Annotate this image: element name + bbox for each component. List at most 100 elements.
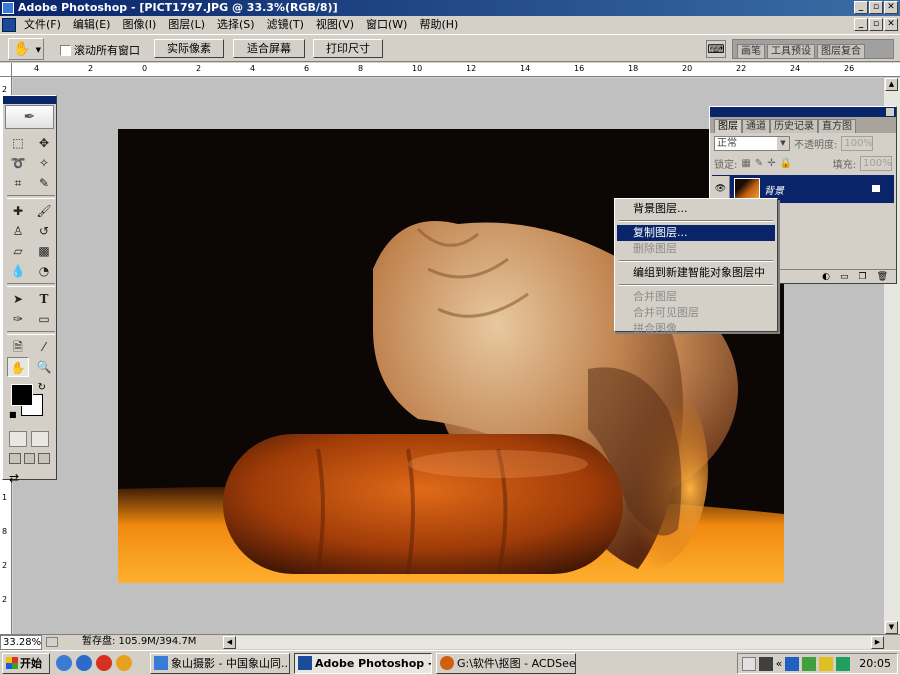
layers-palette-titlebar[interactable] (710, 107, 896, 117)
palette-close-icon[interactable] (886, 108, 894, 116)
tab-channels[interactable]: 通道 (742, 119, 770, 133)
scroll-up-button[interactable]: ▲ (885, 78, 898, 91)
trash-icon[interactable]: 🗑 (877, 270, 888, 283)
antivirus-icon[interactable] (802, 656, 817, 671)
task-xiangshan-photo[interactable]: 象山摄影 - 中国象山同... (150, 652, 290, 674)
default-colors-icon[interactable]: ■ (9, 410, 17, 419)
menu-edit[interactable]: 编辑(E) (67, 16, 117, 33)
tab-history[interactable]: 历史记录 (770, 119, 818, 133)
doc-minimize-button[interactable]: _ (854, 18, 868, 31)
full-screen-mode-icon[interactable] (38, 453, 51, 464)
lock-all-icon[interactable]: 🔒 (780, 158, 792, 169)
print-size-button[interactable]: 打印尺寸 (313, 39, 383, 58)
media-player-icon[interactable] (96, 655, 112, 671)
hand-tool-icon[interactable]: ✋ (7, 357, 29, 377)
eyedropper-tool-icon[interactable]: ⁄ (33, 337, 55, 357)
notes-tool-icon[interactable]: 🗎 (7, 337, 29, 357)
blur-tool-icon[interactable]: 💧 (7, 261, 29, 281)
document-icon[interactable] (2, 17, 16, 32)
scroll-right-button[interactable]: ▶ (871, 636, 884, 649)
menu-item-duplicate-layer[interactable]: 复制图层... (617, 225, 775, 241)
lasso-tool-icon[interactable]: ➰ (7, 153, 29, 173)
new-layer-icon[interactable]: ❐ (858, 270, 866, 283)
status-menu-icon[interactable] (46, 637, 58, 647)
help-icon[interactable] (741, 656, 756, 671)
menu-window[interactable]: 窗口(W) (360, 16, 413, 33)
scroll-left-button[interactable]: ◀ (223, 636, 236, 649)
eraser-tool-icon[interactable]: ▱ (7, 241, 29, 261)
pen-tool-icon[interactable]: ✑ (7, 309, 29, 329)
marquee-tool-icon[interactable]: ⬚ (7, 133, 29, 153)
im-icon[interactable] (836, 656, 851, 671)
explorer-icon[interactable] (116, 655, 132, 671)
toolbox-titlebar[interactable] (3, 96, 56, 104)
crop-tool-icon[interactable]: ⌗ (7, 173, 29, 193)
standard-mode-icon[interactable] (9, 431, 27, 447)
standard-screen-mode-icon[interactable] (9, 453, 21, 464)
magic-wand-tool-icon[interactable]: ✧ (33, 153, 55, 173)
gradient-tool-icon[interactable]: ▩ (33, 241, 55, 261)
start-button[interactable]: 开始 (2, 652, 50, 674)
network-icon[interactable] (785, 656, 800, 671)
adjustment-layer-icon[interactable]: ◐ (822, 270, 830, 283)
well-tab-brushes[interactable]: 画笔 (737, 44, 765, 58)
menu-view[interactable]: 视图(V) (310, 16, 360, 33)
blend-mode-select[interactable]: 正常 ▼ (714, 135, 790, 151)
fill-field[interactable]: 100% (860, 155, 892, 171)
clock[interactable]: 20:05 (859, 657, 891, 670)
doc-restore-button[interactable]: ▫ (869, 18, 883, 31)
task-acdsee[interactable]: G:\软件\抠图 - ACDSee ... (436, 652, 576, 674)
new-group-icon[interactable]: ▭ (840, 270, 849, 283)
security-icon[interactable] (819, 656, 834, 671)
browser-icon[interactable] (76, 655, 92, 671)
minimize-button[interactable]: _ (854, 1, 868, 14)
horizontal-ruler[interactable]: 4 2 0 2 4 6 8 10 12 14 16 18 20 22 24 26 (12, 63, 900, 77)
task-photoshop[interactable]: Adobe Photoshop - [PIC... (294, 652, 432, 674)
menu-filter[interactable]: 滤镜(T) (261, 16, 310, 33)
ruler-origin[interactable] (0, 63, 12, 77)
menu-file[interactable]: 文件(F) (18, 16, 67, 33)
shape-tool-icon[interactable]: ▭ (33, 309, 55, 329)
horizontal-scrollbar[interactable]: ◀ ▶ (223, 636, 884, 649)
close-button[interactable]: ✕ (884, 1, 898, 14)
menu-layer[interactable]: 图层(L) (162, 16, 211, 33)
move-tool-icon[interactable]: ✥ (33, 133, 55, 153)
doc-close-button[interactable]: ✕ (884, 18, 898, 31)
opacity-field[interactable]: 100% (841, 135, 874, 151)
quick-mask-mode-icon[interactable] (31, 431, 49, 447)
dodge-tool-icon[interactable]: ◔ (33, 261, 55, 281)
history-brush-tool-icon[interactable]: ↺ (33, 221, 55, 241)
scroll-down-button[interactable]: ▼ (885, 621, 898, 634)
ie-icon[interactable] (56, 655, 72, 671)
well-tab-layer-comps[interactable]: 图层复合 (817, 44, 865, 58)
restore-button[interactable]: ▫ (869, 1, 883, 14)
tab-histogram[interactable]: 直方图 (818, 119, 856, 133)
tab-layers[interactable]: 图层 (714, 119, 742, 133)
lock-pixels-icon[interactable]: ✎ (755, 158, 763, 169)
brush-tool-icon[interactable]: 🖌 (33, 201, 55, 221)
menu-item-group-into-smart-object[interactable]: 编组到新建智能对象图层中 (617, 265, 775, 281)
well-tab-tool-presets[interactable]: 工具预设 (767, 44, 815, 58)
lock-transparency-icon[interactable]: ▦ (741, 158, 750, 169)
actual-pixels-button[interactable]: 实际像素 (154, 39, 224, 58)
menu-image[interactable]: 图像(I) (116, 16, 162, 33)
edit-in-imageready-icon[interactable]: ⇄ (9, 471, 50, 489)
lock-position-icon[interactable]: ✛ (767, 158, 775, 169)
scroll-all-checkbox[interactable] (60, 44, 71, 56)
swap-colors-icon[interactable]: ↻ (38, 382, 46, 393)
tool-preset-picker[interactable]: ✋ ▼ (8, 38, 44, 60)
tray-expand-icon[interactable]: « (776, 657, 783, 670)
slice-tool-icon[interactable]: ✎ (33, 173, 55, 193)
zoom-tool-icon[interactable]: 🔍 (33, 357, 55, 377)
path-selection-tool-icon[interactable]: ➤ (7, 289, 29, 309)
menu-item-background-layer[interactable]: 背景图层... (617, 201, 775, 217)
volume-icon[interactable] (758, 656, 773, 671)
type-tool-icon[interactable]: T (33, 289, 55, 309)
full-screen-menu-mode-icon[interactable] (23, 453, 36, 464)
adobe-feather-icon[interactable]: ✒ (5, 105, 54, 129)
clone-stamp-tool-icon[interactable]: ♙ (7, 221, 29, 241)
zoom-field[interactable]: 33.28% (0, 635, 42, 650)
menu-help[interactable]: 帮助(H) (413, 16, 464, 33)
menu-select[interactable]: 选择(S) (211, 16, 261, 33)
scroll-all-windows[interactable]: 滚动所有窗口 (60, 42, 140, 58)
